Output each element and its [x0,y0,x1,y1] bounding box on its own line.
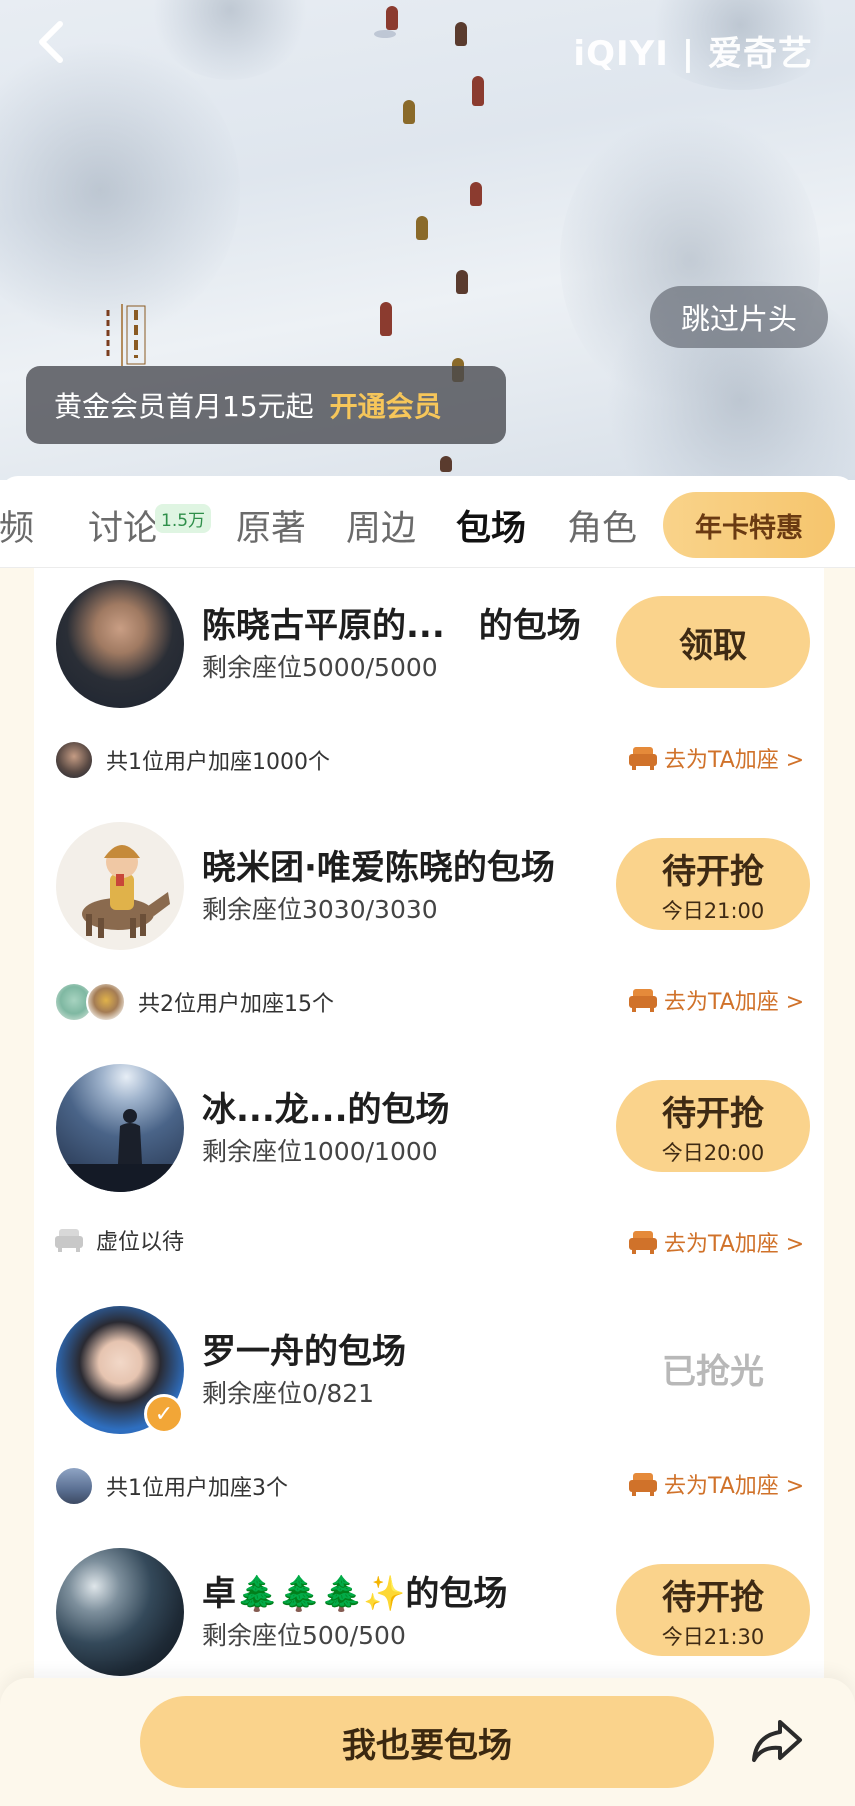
add-seat-link-text: 去为TA加座 > [664,990,805,1015]
video-player[interactable]: iQIYI | 爱奇艺 跳过片头 黄金会员首月15元起 开通会员 [0,0,855,480]
trail-figure [416,216,428,240]
rider-illustration [82,845,170,938]
create-screening-button[interactable]: 我也要包场 [140,1696,714,1788]
seat-adders: 共1位用户加座1000个 [54,740,330,780]
trail-figure [472,76,484,106]
avatar [56,580,184,708]
avatar [56,1548,184,1676]
trail-figure [386,6,398,30]
seats-remaining: 剩余座位0/821 [202,1379,375,1408]
add-seat-link[interactable]: 去为TA加座 > [628,1226,804,1258]
share-button[interactable] [748,1716,804,1766]
trail-figure [470,182,482,206]
seat-adders-text: 虚位以待 [96,1230,185,1255]
action-label: 待开抢 [662,1577,764,1618]
seat-adders: 共1位用户加座3个 [54,1466,288,1506]
screening-card[interactable]: 冰...龙...的包场 剩余座位1000/1000 待开抢 今日20:00 虚位… [34,1052,824,1294]
figure-shadow [374,30,396,38]
pending-grab-button[interactable]: 待开抢 今日21:30 [616,1564,810,1656]
pending-grab-button[interactable]: 待开抢 今日21:00 [616,838,810,930]
sofa-icon [629,989,657,1012]
screening-list: 陈晓古平原的... 的包场 剩余座位5000/5000 领取 共1位用户加座10… [34,568,824,1678]
seats-remaining: 剩余座位1000/1000 [202,1137,438,1166]
seats-remaining: 剩余座位500/500 [202,1621,406,1650]
tab-characters[interactable]: 角色 [567,500,637,551]
action-label: 待开抢 [662,851,764,892]
add-seat-link-text: 去为TA加座 > [664,748,805,773]
empty-seat-icon [55,1229,83,1252]
seat-adders-text: 共2位用户加座15个 [138,992,334,1017]
seat-adders: 虚位以待 [54,1224,184,1256]
seat-adders-text: 共1位用户加座1000个 [106,750,330,775]
sofa-icon [629,747,657,770]
add-seat-link-text: 去为TA加座 > [664,1474,805,1499]
seat-adders-text: 共1位用户加座3个 [106,1476,288,1501]
tab-merch[interactable]: 周边 [346,500,416,551]
add-seat-link[interactable]: 去为TA加座 > [628,1468,804,1500]
tab-original-novel[interactable]: 原著 [236,500,306,551]
tab-video[interactable]: 视频 [0,500,34,551]
screening-title: 晓米团·唯爱陈晓的包场 [202,848,555,888]
chevron-left-icon [39,21,63,63]
trail-figure [380,302,392,336]
add-seat-link-text: 去为TA加座 > [664,1232,805,1257]
user-avatar [54,1466,94,1506]
sofa-icon [629,1473,657,1496]
start-time: 今日21:30 [661,1624,765,1649]
share-icon [752,1720,802,1762]
vip-banner-text: 黄金会员首月15元起 [54,390,314,423]
screening-title: 陈晓古平原的... 的包场 [202,606,581,646]
discussion-count-badge: 1.5万 [155,504,212,533]
screening-card[interactable]: 陈晓古平原的... 的包场 剩余座位5000/5000 领取 共1位用户加座10… [34,568,824,810]
screening-card[interactable]: 晓米团·唯爱陈晓的包场 剩余座位3030/3030 待开抢 今日21:00 共2… [34,810,824,1052]
add-seat-link[interactable]: 去为TA加座 > [628,742,804,774]
verified-badge-icon: ✓ [144,1394,184,1434]
tab-private-screening[interactable]: 包场 [456,500,526,551]
seat-adders: 共2位用户加座15个 [54,982,334,1022]
avatar [56,1064,184,1192]
title-seal [100,300,150,370]
start-time: 今日20:00 [661,1140,765,1165]
screening-title: 罗一舟的包场 [202,1332,406,1372]
screening-title: 冰...龙...的包场 [202,1090,450,1130]
add-seat-link[interactable]: 去为TA加座 > [628,984,804,1016]
trail-figure [440,456,452,472]
claim-button[interactable]: 领取 [616,596,810,688]
start-time: 今日21:00 [661,898,765,923]
iqiyi-logo: iQIYI | 爱奇艺 [573,34,813,74]
tab-discussion[interactable]: 讨论 [88,500,158,551]
screening-card[interactable]: ✓ 罗一舟的包场 剩余座位0/821 已抢光 共1位用户加座3个 去为TA加座 … [34,1294,824,1536]
seats-remaining: 剩余座位3030/3030 [202,895,438,924]
action-label: 待开抢 [662,1093,764,1134]
annual-card-promo-button[interactable]: 年卡特惠 [663,492,835,558]
sofa-icon [629,1231,657,1254]
action-label: 领取 [679,625,747,666]
vip-banner[interactable]: 黄金会员首月15元起 开通会员 [26,366,506,444]
trail-figure [456,270,468,294]
snow-tree [0,40,240,340]
silhouette-figure [56,1109,184,1192]
back-button[interactable] [30,18,74,66]
user-avatar [54,740,94,780]
open-vip-link[interactable]: 开通会员 [330,385,442,425]
screening-title: 卓🌲🌲🌲✨的包场 [202,1574,508,1614]
pending-grab-button[interactable]: 待开抢 今日20:00 [616,1080,810,1172]
user-avatar [86,982,126,1022]
sold-out-label: 已抢光 [616,1322,810,1414]
trail-figure [403,100,415,124]
avatar [56,822,184,950]
action-label: 已抢光 [662,1351,764,1392]
skip-intro-button[interactable]: 跳过片头 [650,286,828,348]
seats-remaining: 剩余座位5000/5000 [202,653,438,682]
trail-figure [455,22,467,46]
